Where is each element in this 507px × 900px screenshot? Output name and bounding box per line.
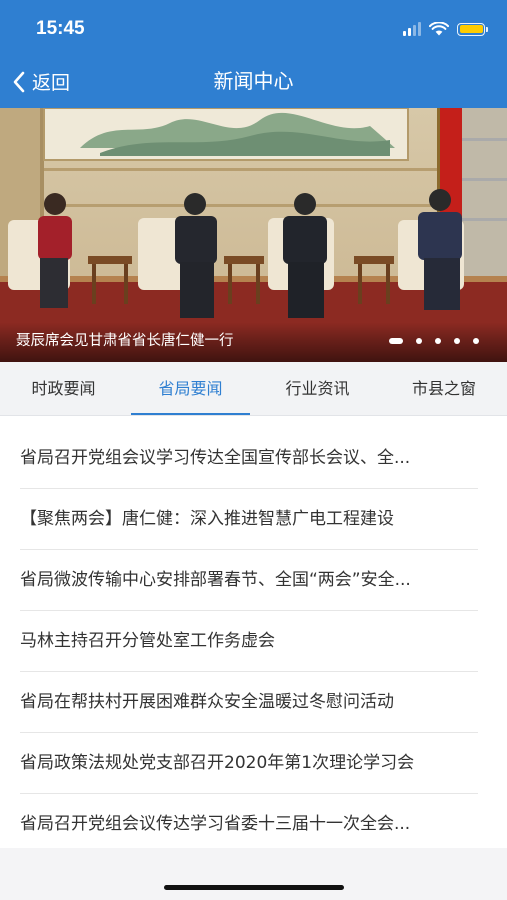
battery-icon: [457, 22, 488, 36]
carousel-dot[interactable]: [435, 338, 441, 344]
status-time: 15:45: [36, 18, 85, 39]
news-title: 省局政策法规处党支部召开2020年第1次理论学习会: [20, 753, 415, 773]
tab-city-county[interactable]: 市县之窗: [381, 362, 507, 415]
active-tab-indicator: [131, 413, 250, 415]
status-bar: 15:45: [0, 0, 507, 55]
banner-caption: 聂辰席会见甘肃省省长唐仁健一行: [16, 333, 234, 349]
cellular-signal-icon: [403, 22, 421, 36]
news-item[interactable]: 省局微波传输中心安排部署春节、全国“两会”安全...: [20, 550, 478, 611]
back-button[interactable]: 返回: [12, 55, 70, 108]
back-label: 返回: [32, 72, 71, 94]
tab-industry-info[interactable]: 行业资讯: [254, 362, 381, 415]
carousel-dot[interactable]: [454, 338, 460, 344]
chevron-left-icon: [13, 71, 25, 92]
news-title: 省局在帮扶村开展困难群众安全温暖过冬慰问活动: [20, 692, 394, 712]
status-icons: [403, 22, 488, 36]
news-title: 【聚焦两会】唐仁健：深入推进智慧广电工程建设: [20, 509, 394, 529]
news-title: 省局微波传输中心安排部署春节、全国“两会”安全...: [20, 570, 411, 590]
carousel-dot[interactable]: [473, 338, 479, 344]
carousel-dot[interactable]: [416, 338, 422, 344]
news-item[interactable]: 省局政策法规处党支部召开2020年第1次理论学习会: [20, 733, 478, 794]
news-title: 省局召开党组会议学习传达全国宣传部长会议、全...: [20, 448, 411, 468]
home-indicator[interactable]: [164, 885, 344, 890]
carousel-dot[interactable]: [389, 338, 403, 344]
tab-bureau-news[interactable]: 省局要闻: [127, 362, 254, 415]
news-item[interactable]: 省局召开党组会议学习传达全国宣传部长会议、全...: [20, 428, 478, 489]
banner-carousel[interactable]: 聂辰席会见甘肃省省长唐仁健一行: [0, 108, 507, 362]
tab-current-affairs[interactable]: 时政要闻: [0, 362, 127, 415]
news-title: 省局召开党组会议传达学习省委十三届十一次全会...: [20, 814, 411, 834]
wifi-icon: [429, 22, 449, 36]
news-item[interactable]: 省局召开党组会议传达学习省委十三届十一次全会...: [20, 794, 478, 855]
bottom-safe-area: [0, 848, 507, 900]
news-list: 省局召开党组会议学习传达全国宣传部长会议、全... 【聚焦两会】唐仁健：深入推进…: [0, 428, 507, 855]
news-title: 马林主持召开分管处室工作务虚会: [20, 631, 275, 651]
category-tabs: 时政要闻 省局要闻 行业资讯 市县之窗: [0, 362, 507, 416]
news-item[interactable]: 马林主持召开分管处室工作务虚会: [20, 611, 478, 672]
news-item[interactable]: 省局在帮扶村开展困难群众安全温暖过冬慰问活动: [20, 672, 478, 733]
navigation-bar: 返回 新闻中心: [0, 55, 507, 108]
news-item[interactable]: 【聚焦两会】唐仁健：深入推进智慧广电工程建设: [20, 489, 478, 550]
carousel-indicator: [389, 338, 479, 344]
page-title: 新闻中心: [213, 69, 294, 93]
